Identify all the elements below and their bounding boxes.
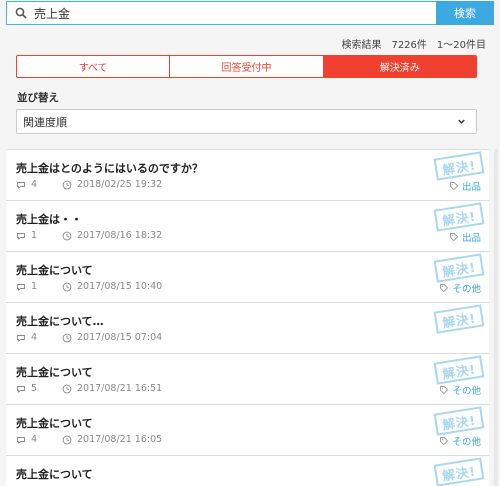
speech-bubble-icon [17,232,25,240]
sort-selected-value: 関連度順 [23,115,67,129]
answer-count-group: 4 [16,179,62,190]
clock-icon [62,180,72,189]
question-item[interactable]: 売上金について 4 2017/08/21 16:05 その他 解決! [6,404,489,455]
answer-count: 4 [31,332,38,343]
tag-icon [440,386,449,395]
question-meta: 4 2017/08/15 07:04 [16,332,162,343]
tag-icon [440,437,449,446]
question-title: 売上金について [16,366,93,379]
speech-bubble-icon [17,181,25,189]
question-item[interactable]: 売上金について… 4 2017/08/15 07:04 解決! [6,302,489,353]
search-bar: 検索 [6,1,494,25]
answer-count-group: 4 [16,332,62,343]
tag-icon [440,284,449,293]
question-title: 売上金について… [16,315,104,328]
question-meta: 4 2017/08/21 16:05 [16,434,162,445]
question-list: 売上金はとのようにはいるのですか？ 4 2018/02/25 19:32 出品 … [6,149,489,486]
answer-count-group: 5 [16,383,62,394]
answer-count: 4 [31,179,38,190]
question-title: 売上金について [16,468,93,481]
date-group: 2017/08/21 16:05 [62,434,162,445]
search-button[interactable]: 検索 [436,1,494,25]
question-title: 売上金について [16,264,93,277]
answer-count-group: 1 [16,230,62,241]
clock-icon [62,231,72,240]
tab-resolved[interactable]: 解決済み [323,56,476,77]
date-group: 2017/08/16 18:32 [62,230,162,241]
result-info: 検索結果 7226件 1〜20件目 [341,36,486,51]
question-title: 売上金は・・ [16,213,82,226]
answer-count: 1 [31,281,38,292]
speech-bubble-icon [17,436,25,444]
answer-count: 4 [31,434,38,445]
question-meta: 1 2017/08/16 18:32 [16,230,162,241]
question-meta: 5 2017/08/21 16:51 [16,383,162,394]
resolved-stamp: 解決! [433,355,485,385]
clock-icon [62,435,72,444]
question-date: 2017/08/15 07:04 [77,332,163,343]
resolved-stamp: 解決! [433,406,485,436]
resolved-stamp: 解決! [433,253,485,283]
date-group: 2017/08/15 10:40 [62,281,162,292]
result-label: 検索結果 [341,40,382,51]
speech-bubble-icon [17,334,25,342]
question-item[interactable]: 売上金について 5 2017/08/21 16:51 その他 解決! [6,353,489,404]
scrollbar[interactable] [494,149,498,486]
result-count: 7226件 [391,40,427,51]
category-label: その他 [452,386,481,397]
tab-open[interactable]: 回答受付中 [170,56,324,77]
sort-label: 並び替え [17,92,59,104]
resolved-stamp: 解決! [433,202,485,232]
chevron-down-icon [458,119,465,124]
speech-bubble-icon [17,385,25,393]
speech-bubble-icon [17,283,25,291]
result-range: 1〜20件目 [436,40,486,51]
category-label: 出品 [461,182,481,193]
category-label: その他 [452,437,481,448]
question-item[interactable]: 売上金について 1 2017/08/15 10:40 その他 解決! [6,251,489,302]
category-tag[interactable]: 出品 [449,179,481,193]
answer-count-group: 4 [16,434,62,445]
search-box[interactable] [6,1,436,25]
question-date: 2018/02/25 19:32 [77,179,163,190]
question-meta: 1 2017/08/15 10:40 [16,281,162,292]
clock-icon [62,282,72,291]
date-group: 2017/08/21 16:51 [62,383,162,394]
category-label: その他 [452,284,481,295]
answer-count-group: 1 [16,281,62,292]
question-title: 売上金はとのようにはいるのですか？ [16,162,203,175]
category-tag[interactable]: 出品 [449,230,481,244]
category-tag[interactable]: その他 [439,281,481,295]
resolved-stamp: 解決! [433,304,485,334]
question-date: 2017/08/21 16:05 [77,434,163,445]
search-input[interactable] [34,6,394,20]
resolved-stamp: 解決! [433,457,485,486]
date-group: 2018/02/25 19:32 [62,179,162,190]
question-item[interactable]: 売上金について 解決! [6,455,489,486]
date-group: 2017/08/15 07:04 [62,332,162,343]
question-title: 売上金について [16,417,93,430]
search-icon [15,7,27,19]
category-tag[interactable]: その他 [439,383,481,397]
resolved-stamp: 解決! [433,151,485,181]
status-tabs: すべて 回答受付中 解決済み [16,55,477,78]
question-meta: 4 2018/02/25 19:32 [16,179,162,190]
sort-select[interactable]: 関連度順 [16,109,477,134]
clock-icon [62,384,72,393]
category-label: 出品 [461,233,481,244]
answer-count: 1 [31,230,38,241]
clock-icon [62,333,72,342]
question-date: 2017/08/21 16:51 [77,383,163,394]
question-date: 2017/08/15 10:40 [77,281,163,292]
tag-icon [450,182,459,191]
tag-icon [450,233,459,242]
tab-all[interactable]: すべて [17,56,171,77]
question-item[interactable]: 売上金は・・ 1 2017/08/16 18:32 出品 解決! [6,200,489,251]
question-date: 2017/08/16 18:32 [77,230,163,241]
question-item[interactable]: 売上金はとのようにはいるのですか？ 4 2018/02/25 19:32 出品 … [6,149,489,200]
answer-count: 5 [31,383,38,394]
category-tag[interactable]: その他 [439,434,481,448]
